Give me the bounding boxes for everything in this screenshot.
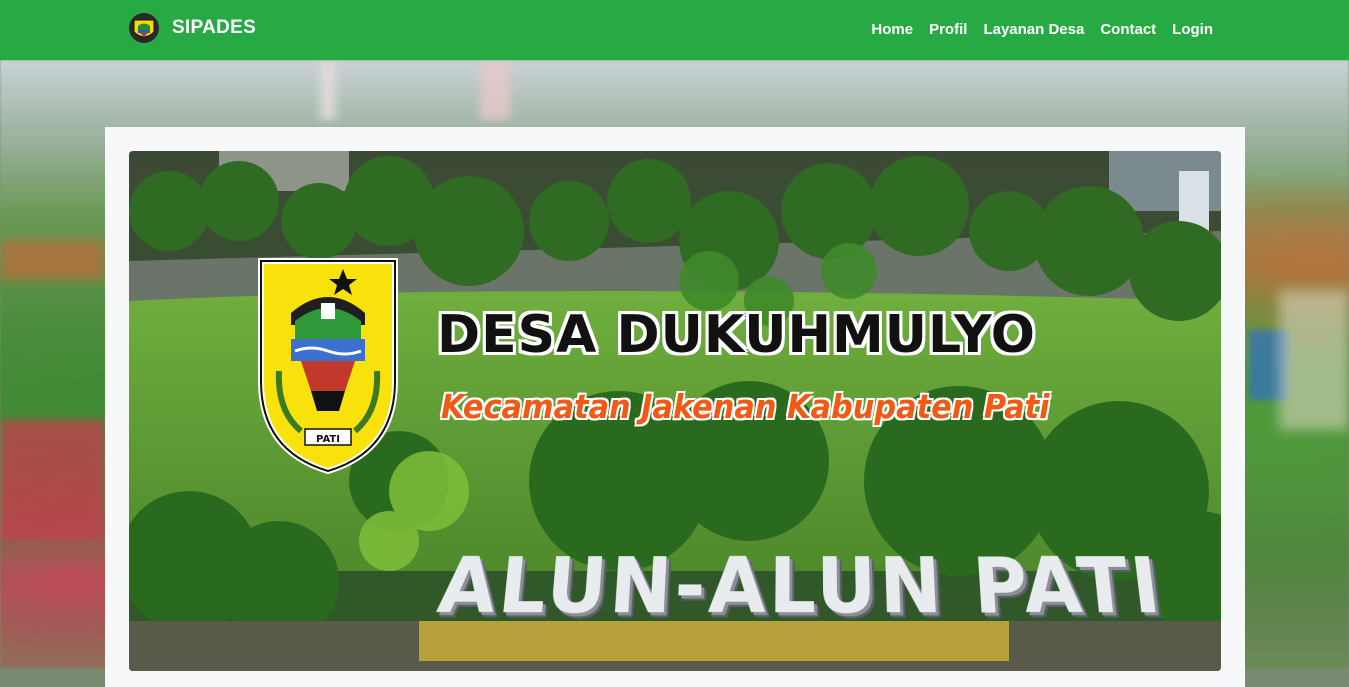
crest-label: PATI bbox=[316, 434, 340, 445]
nav-link-profil[interactable]: Profil bbox=[921, 20, 975, 40]
hero-card: PATI DESA DUKUHMULYO Kecamatan Jakenan K… bbox=[105, 127, 1245, 687]
hero-banner: PATI DESA DUKUHMULYO Kecamatan Jakenan K… bbox=[129, 151, 1221, 671]
brand-link[interactable]: SIPADES bbox=[128, 12, 256, 44]
brand-name: SIPADES bbox=[172, 17, 256, 39]
landmark-sign-text: ALUN-ALUN PATI bbox=[433, 542, 1168, 631]
village-title: DESA DUKUHMULYO bbox=[437, 305, 1036, 365]
village-subtitle: Kecamatan Jakenan Kabupaten Pati bbox=[441, 387, 1050, 426]
nav-link-layanan-desa[interactable]: Layanan Desa bbox=[975, 20, 1092, 40]
nav-link-login[interactable]: Login bbox=[1164, 20, 1213, 40]
nav-link-home[interactable]: Home bbox=[863, 20, 921, 40]
nav-link-contact[interactable]: Contact bbox=[1092, 20, 1164, 40]
top-navbar: SIPADES Home Profil Layanan Desa Contact… bbox=[0, 0, 1349, 60]
pati-crest-emblem: PATI bbox=[261, 261, 395, 471]
pati-crest-icon bbox=[128, 12, 160, 44]
nav-menu: Home Profil Layanan Desa Contact Login bbox=[863, 20, 1213, 40]
